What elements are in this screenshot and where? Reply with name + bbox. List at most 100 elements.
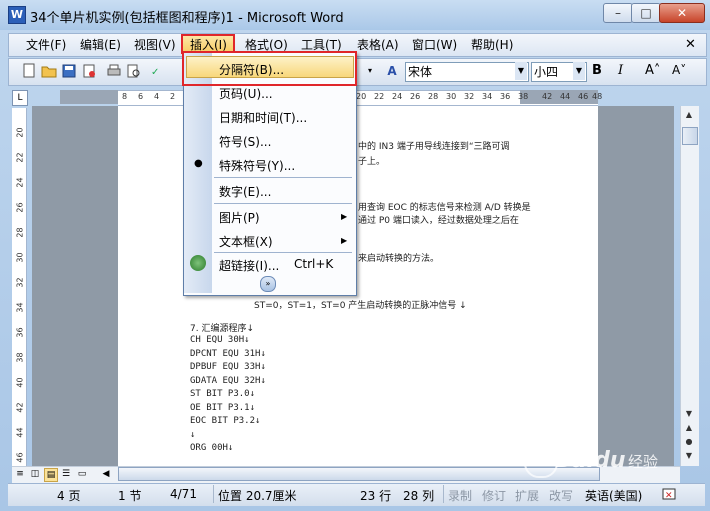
code-line: GDATA EQU 32H↓	[190, 375, 266, 386]
font-color-icon[interactable]: A	[384, 63, 400, 79]
menu-item-break[interactable]: 分隔符(B)...	[219, 61, 284, 78]
grow-font-button[interactable]: A˄	[645, 63, 660, 78]
status-language[interactable]: 英语(美国)	[585, 487, 642, 504]
status-section: 1 节	[118, 489, 142, 503]
scroll-left-icon[interactable]: ◀	[100, 468, 112, 480]
baidu-paw-logo	[524, 444, 558, 478]
vruler-number: 30	[15, 252, 25, 263]
special-symbol-icon: ●	[194, 158, 203, 169]
menu-item-picture[interactable]: 图片(P)	[219, 209, 260, 226]
menu-window[interactable]: 窗口(W)	[412, 37, 457, 53]
scroll-up-icon[interactable]: ▲	[682, 108, 696, 122]
status-line: 23 行	[360, 489, 392, 503]
expand-menu-icon[interactable]: »	[260, 276, 276, 292]
doc-section-title: 7. 汇编源程序↓	[190, 324, 254, 334]
next-page-icon[interactable]: ▼	[682, 449, 696, 463]
word-app-icon[interactable]: W	[8, 6, 26, 24]
close-window-button[interactable]: ✕	[659, 3, 705, 23]
ruler-number: 24	[392, 92, 403, 101]
vruler-number: 24	[15, 177, 25, 188]
bold-button[interactable]: B	[592, 63, 602, 78]
ruler-number: 8	[122, 92, 128, 101]
code-line: DPBUF EQU 33H↓	[190, 362, 266, 372]
vruler-number: 42	[15, 402, 25, 413]
ruler-number: 44	[560, 92, 571, 101]
normal-view-icon[interactable]: ≡	[14, 468, 26, 480]
vruler-number: 40	[15, 377, 25, 388]
vertical-scroll-thumb[interactable]	[682, 127, 698, 145]
vruler-number: 22	[15, 152, 25, 163]
status-separator	[213, 485, 214, 503]
open-folder-icon[interactable]	[41, 63, 57, 79]
ruler-number: 48	[592, 92, 603, 101]
scroll-down-icon[interactable]: ▼	[682, 407, 696, 421]
vruler-number: 36	[15, 327, 25, 338]
spelling-icon[interactable]: ✓	[150, 63, 166, 79]
status-ovr[interactable]: 改写	[549, 487, 573, 504]
print-preview-icon[interactable]	[126, 63, 142, 79]
status-trk[interactable]: 修订	[482, 487, 506, 504]
toolbar-options-icon[interactable]: ▾	[362, 63, 378, 79]
vruler-number: 34	[15, 302, 25, 313]
menu-item-special-symbol[interactable]: 特殊符号(Y)...	[219, 157, 295, 174]
ruler-number: 34	[482, 92, 493, 101]
chevron-down-icon[interactable]: ▼	[515, 62, 527, 80]
maximize-button[interactable]: □	[631, 3, 661, 23]
spelling-status-icon[interactable]: ✕	[662, 487, 678, 504]
previous-page-icon[interactable]: ▲	[682, 421, 696, 435]
menu-edit[interactable]: 编辑(E)	[80, 37, 121, 53]
doc-text-fragment: 子上。	[358, 157, 386, 167]
new-document-icon[interactable]	[21, 63, 37, 79]
italic-button[interactable]: I	[618, 63, 623, 78]
select-browse-object-icon[interactable]: ●	[682, 435, 696, 449]
ruler-number: 36	[500, 92, 511, 101]
shrink-font-button[interactable]: A˅	[672, 63, 686, 77]
code-line: CH EQU 30H↓	[190, 335, 250, 345]
doc-text-fragment: 来启动转换的方法。	[358, 254, 440, 264]
submenu-arrow-icon: ▶	[341, 236, 348, 245]
vruler-number: 28	[15, 227, 25, 238]
save-icon[interactable]	[61, 63, 77, 79]
watermark-cn: 经验	[628, 453, 659, 471]
reading-layout-icon[interactable]: ▭	[76, 468, 88, 480]
ruler-margin-left	[60, 90, 118, 104]
ruler-number: 22	[374, 92, 385, 101]
code-line: EOC BIT P3.2↓	[190, 416, 261, 426]
permission-icon[interactable]	[81, 63, 97, 79]
status-ext[interactable]: 扩展	[515, 487, 539, 504]
window-title: 34个单片机实例(包括框图和程序)1 - Microsoft Word	[30, 11, 344, 26]
web-layout-icon[interactable]: ◫	[29, 468, 41, 480]
code-line: OE BIT P3.1↓	[190, 402, 256, 413]
menu-item-number[interactable]: 数字(E)...	[219, 183, 271, 200]
svg-text:✕: ✕	[665, 491, 673, 501]
menu-item-page-numbers[interactable]: 页码(U)...	[219, 85, 273, 102]
ruler-number: 42	[542, 92, 553, 101]
minimize-button[interactable]: –	[603, 3, 633, 23]
doc-text-fragment: 通过 P0 端口读入，经过数据处理之后在	[358, 216, 519, 226]
menu-item-hyperlink[interactable]: 超链接(I)...	[219, 257, 279, 274]
vruler-number: 20	[15, 127, 25, 138]
outline-view-icon[interactable]: ☰	[60, 468, 72, 480]
menu-separator	[214, 177, 352, 178]
menu-item-textbox[interactable]: 文本框(X)	[219, 233, 273, 250]
print-layout-icon[interactable]: ▤	[44, 468, 58, 482]
menu-view[interactable]: 视图(V)	[134, 37, 176, 53]
submenu-arrow-icon: ▶	[341, 212, 348, 221]
ruler-number: 46	[578, 92, 589, 101]
ruler-number: 20	[356, 92, 367, 101]
menu-item-date-time[interactable]: 日期和时间(T)...	[219, 109, 307, 126]
tab-selector-icon[interactable]: L	[12, 90, 28, 106]
menu-file[interactable]: 文件(F)	[26, 37, 66, 53]
code-line: DPCNT EQU 31H↓	[190, 348, 266, 359]
status-rec[interactable]: 录制	[448, 487, 472, 504]
menu-table[interactable]: 表格(A)	[357, 37, 399, 53]
hyperlink-icon	[190, 255, 206, 271]
ruler-number: 38	[518, 92, 529, 101]
menu-item-symbol[interactable]: 符号(S)...	[219, 133, 271, 150]
close-document-icon[interactable]: ✕	[685, 37, 696, 53]
menu-help[interactable]: 帮助(H)	[471, 37, 513, 53]
ruler-number: 26	[410, 92, 421, 101]
print-icon[interactable]	[106, 63, 122, 79]
chevron-down-icon[interactable]: ▼	[573, 62, 585, 80]
vruler-number: 26	[15, 202, 25, 213]
